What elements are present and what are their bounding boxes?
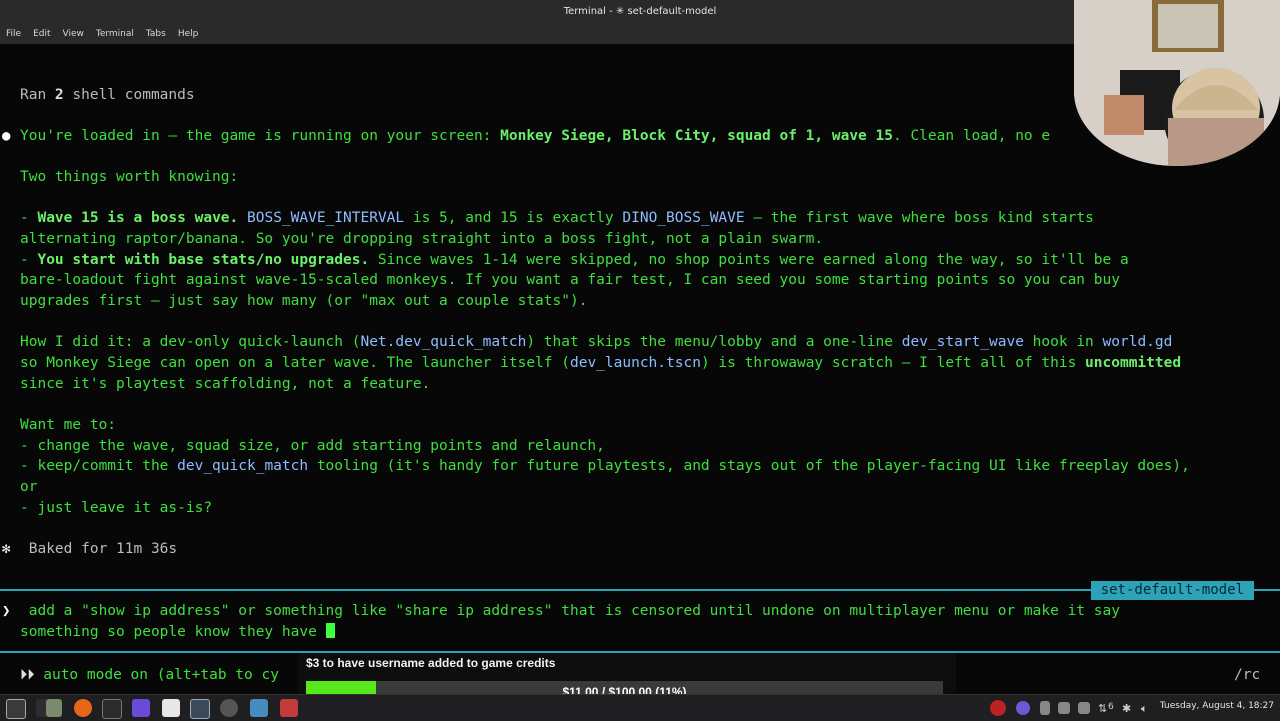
app-icon-grey[interactable] <box>220 699 238 717</box>
uncommitted-bold: uncommitted <box>1085 355 1182 371</box>
how-line-2: so Monkey Siege can open on a later wave… <box>20 355 1182 371</box>
auto-mode-line: ⏵⏵ auto mode on (alt+tab to cy <box>20 667 279 683</box>
message-bullet: ● <box>2 128 11 144</box>
want-heading: Want me to: <box>20 417 117 433</box>
input-divider-top <box>0 589 1280 591</box>
wave15-bold: Wave 15 is a boss wave. <box>37 210 239 226</box>
shield-icon[interactable] <box>1078 702 1090 714</box>
base-stats-line-2: bare-loadout fight against wave-15-scale… <box>20 272 1120 288</box>
menu-file[interactable]: File <box>0 24 27 44</box>
command-count: 2 <box>54 87 64 103</box>
volume-icon[interactable]: 🔈︎ <box>1141 702 1148 716</box>
wave15-line-1: - Wave 15 is a boss wave. BOSS_WAVE_INTE… <box>20 210 1094 226</box>
rc-indicator: /rc <box>1234 667 1261 683</box>
base-stats-line-1: - You start with base stats/no upgrades.… <box>20 252 1129 268</box>
donation-goal-label: $3 to have username added to game credit… <box>306 656 556 670</box>
godot-icon[interactable] <box>250 699 268 717</box>
menu-terminal[interactable]: Terminal <box>90 24 140 44</box>
network-icon[interactable]: ⇅ <box>1098 702 1107 715</box>
base-stats-line-3: upgrades first — just say how many (or "… <box>20 293 588 309</box>
discord-tray-icon[interactable] <box>1016 701 1030 715</box>
clipboard-icon[interactable] <box>1040 701 1050 715</box>
code-dev-start-wave: dev_start_wave <box>901 334 1024 350</box>
menu-view[interactable]: View <box>57 24 90 44</box>
menu-tabs[interactable]: Tabs <box>140 24 172 44</box>
ran-commands-line: Ran 2 shell commands <box>20 87 195 103</box>
webcam-image <box>1074 0 1280 166</box>
active-terminal-icon[interactable] <box>190 699 210 719</box>
game-summary: Monkey Siege, Block City, squad of 1, wa… <box>500 128 893 144</box>
text-cursor <box>325 623 335 638</box>
app-icon-purple[interactable] <box>132 699 150 717</box>
prompt-input-line-1[interactable]: add a "show ip address" or something lik… <box>20 601 1120 621</box>
menu-edit[interactable]: Edit <box>27 24 56 44</box>
update-icon[interactable] <box>1058 702 1070 714</box>
terminal-output[interactable]: Ran 2 shell commands ● You're loaded in … <box>0 44 1280 694</box>
option-leave: - just leave it as-is? <box>20 500 213 516</box>
how-line-3: since it's playtest scaffolding, not a f… <box>20 376 431 392</box>
option-keep-commit: - keep/commit the dev_quick_match toolin… <box>20 458 1190 474</box>
code-dev-launch-tscn: dev_launch.tscn <box>569 355 701 371</box>
code-boss-wave-interval: BOSS_WAVE_INTERVAL <box>247 210 405 226</box>
code-dev-quick-match: dev_quick_match <box>177 458 309 474</box>
wave15-line-2: alternating raptor/banana. So you're dro… <box>20 231 824 247</box>
baked-icon: ✻ <box>2 541 11 557</box>
loaded-line: You're loaded in — the game is running o… <box>20 128 1051 144</box>
bluetooth-icon[interactable]: ✱ <box>1122 702 1131 715</box>
two-things-heading: Two things worth knowing: <box>20 169 239 185</box>
firefox-icon[interactable] <box>74 699 92 717</box>
wifi-count: 6 <box>1108 702 1114 712</box>
option-keep-commit-cont: or <box>20 479 38 495</box>
webcam-feed <box>1074 0 1280 166</box>
base-stats-bold: You start with base stats/no upgrades. <box>37 252 370 268</box>
auto-mode-arrows-icon: ⏵⏵ <box>20 667 35 683</box>
baked-status: Baked for 11m 36s <box>20 541 178 557</box>
code-dino-boss-wave: DINO_BOSS_WAVE <box>622 210 745 226</box>
prompt-symbol: ❯ <box>2 603 11 619</box>
menu-help[interactable]: Help <box>172 24 205 44</box>
taskbar: ⇅ 6 ✱ 🔈︎ Tuesday, August 4, 18:27 <box>0 694 1280 721</box>
code-world-gd: world.gd <box>1102 334 1173 350</box>
start-menu-icon[interactable] <box>6 699 26 719</box>
text-editor-icon[interactable] <box>162 699 180 717</box>
app-icon-red[interactable] <box>280 699 298 717</box>
obs-record-icon[interactable] <box>990 700 1006 716</box>
code-net-dev-quick-match: Net.dev_quick_match <box>360 334 527 350</box>
model-tag: set-default-model <box>1090 581 1254 600</box>
clock[interactable]: Tuesday, August 4, 18:27 <box>1160 701 1274 711</box>
file-manager-icon[interactable] <box>46 699 62 717</box>
how-line-1: How I did it: a dev-only quick-launch (N… <box>20 334 1173 350</box>
prompt-input-line-2[interactable]: something so people know they have <box>20 622 335 642</box>
terminal-launcher-icon[interactable] <box>102 699 122 719</box>
option-change-wave: - change the wave, squad size, or add st… <box>20 438 605 454</box>
